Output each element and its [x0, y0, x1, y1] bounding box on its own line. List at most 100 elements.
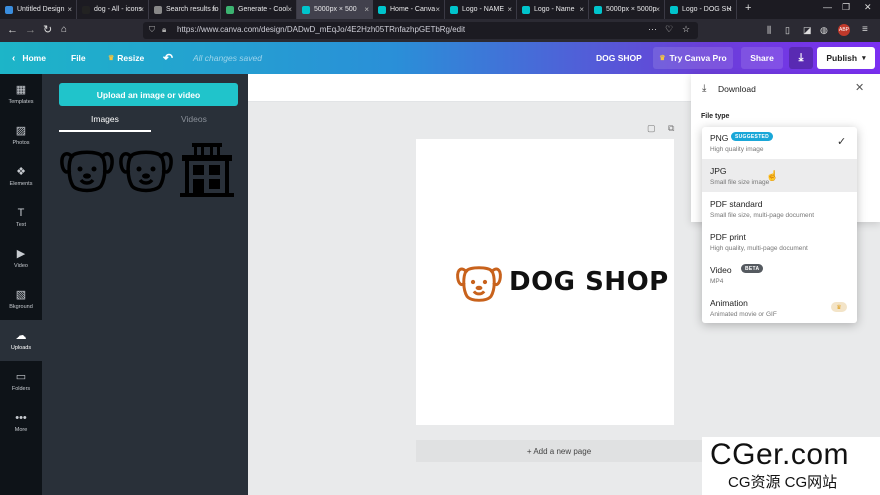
- file-type-option-video[interactable]: Video MP4 BETA: [702, 258, 857, 291]
- duplicate-page-icon[interactable]: ⧉: [668, 123, 674, 134]
- rail-item-elements[interactable]: ❖ Elements: [0, 156, 42, 197]
- tab-images[interactable]: Images: [91, 114, 119, 124]
- browser-tab[interactable]: 5000px × 5000p ×: [589, 0, 665, 19]
- publish-button[interactable]: Publish ▾: [817, 47, 875, 69]
- add-page-button[interactable]: + Add a new page: [416, 440, 702, 462]
- browser-tab[interactable]: Generate - Cool ×: [221, 0, 297, 19]
- library-icon[interactable]: ⫼: [767, 23, 771, 37]
- option-title: JPG: [710, 166, 727, 176]
- browser-tab[interactable]: Search results fo ×: [149, 0, 221, 19]
- chevron-left-icon: ‹: [12, 52, 16, 64]
- uploads-icon: ☁: [15, 330, 27, 342]
- menu-icon[interactable]: ≡: [862, 23, 868, 37]
- tab-label: 5000px × 5000p: [606, 6, 657, 13]
- browser-tab[interactable]: dog - All - icons ×: [77, 0, 149, 19]
- forward-icon[interactable]: →: [25, 23, 36, 37]
- upload-button[interactable]: Upload an image or video: [59, 83, 238, 106]
- rail-item-video[interactable]: ▶ Video: [0, 238, 42, 279]
- file-type-option-pdf-print[interactable]: PDF print High quality, multi-page docume…: [702, 225, 857, 258]
- save-status: All changes saved: [193, 53, 262, 63]
- pocket-icon[interactable]: ♡: [665, 24, 673, 35]
- home-label: Home: [22, 53, 46, 63]
- browser-tab[interactable]: Untitled Design ×: [0, 0, 77, 19]
- option-subtitle: Animated movie or GIF: [710, 311, 777, 318]
- option-subtitle: High quality image: [710, 146, 764, 153]
- tab-close-icon[interactable]: ×: [67, 5, 72, 14]
- browser-tab[interactable]: Logo - Name ×: [517, 0, 589, 19]
- active-tab-indicator: [59, 130, 151, 132]
- new-tab-icon[interactable]: +: [745, 2, 751, 14]
- uploaded-image-dog-2[interactable]: [118, 142, 174, 196]
- sidebar-icon[interactable]: ▯: [785, 23, 790, 37]
- browser-tab[interactable]: Logo - DOG SH ×: [665, 0, 737, 19]
- home-icon[interactable]: ⌂: [61, 23, 67, 37]
- rail-item-label: Templates: [8, 99, 34, 105]
- browser-tab[interactable]: 5000px × 500 ×: [297, 0, 373, 19]
- uploaded-image-dog-1[interactable]: [59, 142, 115, 196]
- rail-item-folders[interactable]: ▭ Folders: [0, 361, 42, 402]
- dog-icon: [119, 150, 173, 193]
- back-icon[interactable]: ←: [7, 23, 18, 37]
- home-button[interactable]: ‹ Home: [12, 42, 46, 74]
- share-button[interactable]: Share: [741, 47, 783, 69]
- tab-label: Logo - NAME: [462, 6, 505, 13]
- background-icon: ▧: [15, 289, 27, 301]
- adblock-icon[interactable]: ABP: [838, 24, 850, 36]
- rail-item-label: Bkground: [9, 304, 33, 310]
- tab-close-icon[interactable]: ×: [655, 5, 660, 14]
- browser-tab[interactable]: Logo - NAME ×: [445, 0, 517, 19]
- uploaded-image-shop[interactable]: [178, 140, 236, 198]
- rail-item-more[interactable]: ••• More: [0, 402, 42, 443]
- tab-favicon-icon: [522, 5, 530, 14]
- file-button[interactable]: File: [71, 42, 86, 74]
- design-page[interactable]: DOG SHOP: [416, 139, 674, 425]
- rail-item-photos[interactable]: ▨ Photos: [0, 115, 42, 156]
- tab-close-icon[interactable]: ×: [211, 5, 216, 14]
- crown-icon: ♛: [108, 55, 115, 62]
- maximize-icon[interactable]: ❐: [842, 2, 850, 13]
- file-type-option-jpg[interactable]: JPG Small file size image ☝: [702, 159, 857, 192]
- browser-tab[interactable]: Home - Canva ×: [373, 0, 445, 19]
- rail-item-bkground[interactable]: ▧ Bkground: [0, 279, 42, 320]
- option-title: PDF print: [710, 232, 746, 242]
- notes-icon[interactable]: ▢: [647, 123, 656, 134]
- undo-icon[interactable]: ↶: [163, 42, 173, 74]
- tab-close-icon[interactable]: ×: [507, 5, 512, 14]
- rail-item-text[interactable]: T Text: [0, 197, 42, 238]
- close-icon[interactable]: ✕: [855, 81, 864, 94]
- tab-favicon-icon: [82, 5, 90, 14]
- reload-icon[interactable]: ↻: [43, 23, 52, 37]
- elements-icon: ❖: [16, 166, 26, 178]
- tab-close-icon[interactable]: ×: [435, 5, 440, 14]
- tab-favicon-icon: [450, 5, 458, 14]
- file-type-option-png[interactable]: PNG High quality image SUGGESTED ✓: [702, 126, 857, 159]
- try-pro-button[interactable]: ♛ Try Canva Pro: [653, 47, 733, 69]
- option-subtitle: Small file size, multi-page document: [710, 212, 815, 219]
- tab-close-icon[interactable]: ×: [727, 5, 732, 14]
- window-close-icon[interactable]: ✕: [864, 2, 872, 13]
- rail-item-templates[interactable]: ▦ Templates: [0, 74, 42, 115]
- tab-label: Logo - Name: [534, 6, 575, 13]
- page-actions-icon[interactable]: ···: [648, 24, 657, 34]
- download-icon: ⤓: [702, 83, 707, 94]
- tab-videos[interactable]: Videos: [181, 114, 207, 124]
- file-type-option-pdf-standard[interactable]: PDF standard Small file size, multi-page …: [702, 192, 857, 225]
- screenshot-icon[interactable]: ◪: [803, 23, 812, 37]
- tab-close-icon[interactable]: ×: [364, 5, 369, 14]
- watermark-sub: CG资源 CG网站: [728, 474, 838, 491]
- minimize-icon[interactable]: —: [823, 2, 832, 12]
- design-title[interactable]: DOG SHOP: [596, 42, 642, 74]
- extension-icon[interactable]: ◍: [820, 23, 828, 37]
- tab-close-icon[interactable]: ×: [579, 5, 584, 14]
- address-bar[interactable]: ⛉ 🔒︎ https://www.canva.com/design/DADwD_…: [143, 22, 698, 39]
- resize-button[interactable]: ♛ Resize: [108, 42, 144, 74]
- bookmark-star-icon[interactable]: ☆: [682, 24, 690, 35]
- file-type-dropdown: PNG High quality image SUGGESTED ✓ JPG Small …: [702, 127, 857, 323]
- tab-close-icon[interactable]: ×: [139, 5, 144, 14]
- file-type-option-animation[interactable]: Animation Animated movie or GIF ♛: [702, 291, 857, 324]
- tab-close-icon[interactable]: ×: [287, 5, 292, 14]
- rail-item-uploads[interactable]: ☁ Uploads: [0, 320, 42, 361]
- download-title: Download: [718, 84, 756, 94]
- option-title: PDF standard: [710, 199, 763, 209]
- download-icon[interactable]: ⤓: [789, 47, 813, 69]
